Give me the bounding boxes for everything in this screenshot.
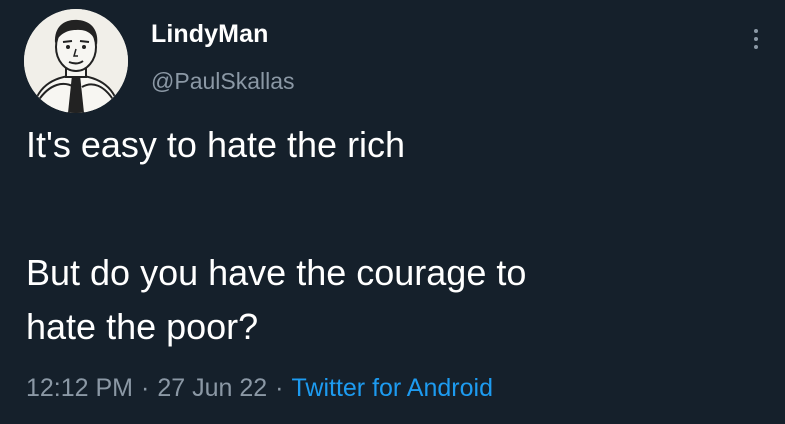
cartoon-man-avatar-icon	[24, 9, 128, 113]
tweet-text-line: But do you have the courage to	[26, 252, 527, 293]
separator: ·	[275, 374, 284, 402]
separator: ·	[141, 374, 150, 402]
display-name[interactable]: LindyMan	[151, 20, 268, 49]
tweet-time[interactable]: 12:12 PM	[26, 374, 133, 402]
avatar[interactable]	[24, 9, 128, 113]
tweet-card: LindyMan @PaulSkallas It's easy to hate …	[0, 0, 785, 424]
tweet-date[interactable]: 27 Jun 22	[157, 374, 267, 402]
tweet-source-link[interactable]: Twitter for Android	[292, 374, 493, 402]
tweet-text-line: It's easy to hate the rich	[26, 124, 406, 165]
user-handle[interactable]: @PaulSkallas	[151, 68, 295, 95]
more-vertical-icon[interactable]	[744, 22, 768, 56]
tweet-text-line: hate the poor?	[26, 306, 259, 347]
tweet-metadata: 12:12 PM · 27 Jun 22 · Twitter for Android	[26, 374, 493, 403]
